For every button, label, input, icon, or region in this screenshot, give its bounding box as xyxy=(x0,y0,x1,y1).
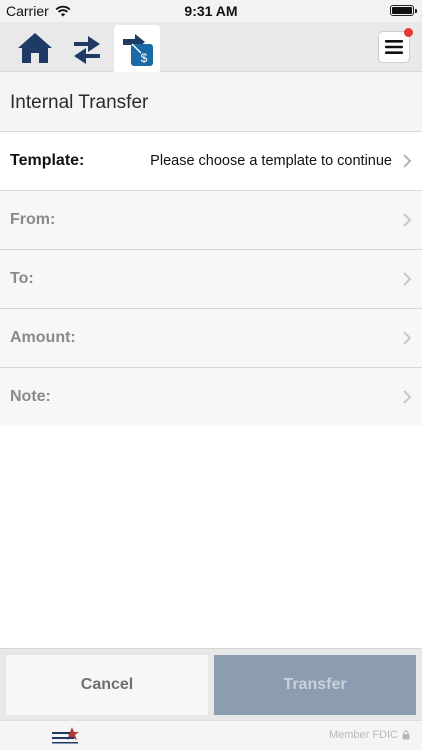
status-time: 9:31 AM xyxy=(184,3,238,19)
battery-icon xyxy=(390,5,417,16)
top-nav-bar: $ xyxy=(0,22,422,72)
chevron-right-icon xyxy=(403,272,412,286)
chevron-right-icon xyxy=(403,390,412,404)
notification-badge xyxy=(404,28,413,37)
amount-row[interactable]: Amount: xyxy=(0,309,422,368)
menu-button[interactable] xyxy=(378,28,413,63)
from-row[interactable]: From: xyxy=(0,191,422,250)
to-row[interactable]: To: xyxy=(0,250,422,309)
action-bar: Cancel Transfer xyxy=(0,648,422,720)
transfer-arrows-icon xyxy=(74,36,100,64)
bank-logo xyxy=(52,727,79,744)
footer: Member FDIC xyxy=(0,720,422,750)
amount-label: Amount: xyxy=(10,329,76,346)
nav-tab-home[interactable] xyxy=(12,25,58,71)
from-label: From: xyxy=(10,211,56,228)
note-row[interactable]: Note: xyxy=(0,368,422,427)
member-fdic-text: Member FDIC xyxy=(328,729,398,741)
hamburger-menu-icon xyxy=(385,40,403,54)
template-label: Template: xyxy=(10,152,85,169)
template-row[interactable]: Template: Please choose a template to co… xyxy=(0,132,422,191)
cancel-button[interactable]: Cancel xyxy=(6,655,208,715)
transfer-money-icon: $ xyxy=(123,33,153,66)
nav-tab-transfers[interactable] xyxy=(64,25,110,71)
content-empty-area xyxy=(0,426,422,648)
page-title: Internal Transfer xyxy=(0,72,422,132)
nav-tab-internal-transfer[interactable]: $ xyxy=(114,25,160,72)
template-value: Please choose a template to continue xyxy=(150,153,392,169)
chevron-right-icon xyxy=(403,213,412,227)
svg-text:$: $ xyxy=(141,51,148,65)
chevron-right-icon xyxy=(403,331,412,345)
status-bar: Carrier 9:31 AM xyxy=(0,0,422,22)
note-label: Note: xyxy=(10,388,51,405)
chevron-right-icon xyxy=(403,154,412,168)
transfer-button[interactable]: Transfer xyxy=(214,655,416,715)
to-label: To: xyxy=(10,270,34,287)
lock-icon xyxy=(402,730,410,740)
home-icon xyxy=(18,33,52,63)
